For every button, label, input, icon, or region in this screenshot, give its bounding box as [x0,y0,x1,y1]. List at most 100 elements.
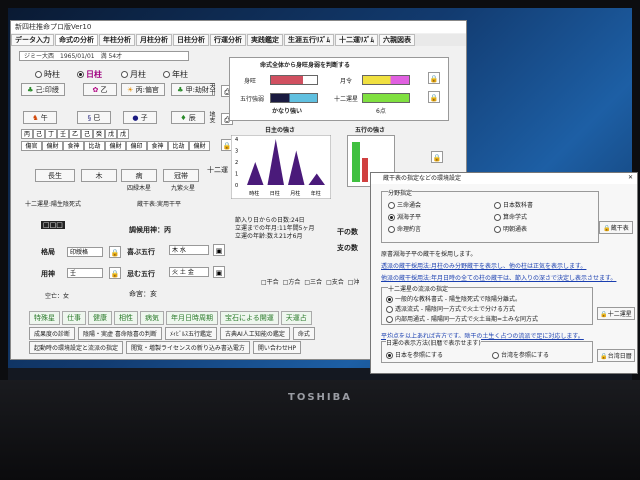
tsuhen-cell[interactable]: 偏印 [126,141,147,151]
pillar-time[interactable]: 時柱 [35,69,60,80]
dialog-line-3: 他派の蔵干採用法:年月日時の全ての柱の蔵干は、節入りの深さで決定し表示させます。 [381,275,617,282]
tsuhen-cell[interactable]: 偏財 [189,141,210,151]
nine-star-1: 四緑木星 [127,185,152,192]
twelve-stage-button[interactable]: 長生 [35,169,75,182]
lock-icon[interactable]: 🔒 [431,151,443,163]
tab-7[interactable]: 天運占 [280,311,312,325]
tab-2[interactable]: 健康 [88,311,112,325]
hidden-stem-cell[interactable]: 壬 [57,129,69,139]
tsuhen-cell[interactable]: 比劫 [168,141,189,151]
check-3[interactable]: □支合 [326,277,344,286]
menu-item-4[interactable]: 日柱分析 [173,34,209,46]
hidden-stem-cell[interactable]: 戊 [117,129,129,139]
tsuhen-cell[interactable]: 偏財 [42,141,63,151]
bottom-button-4[interactable]: 命式 [292,327,315,340]
stem-day-button[interactable]: ✿ 乙 [83,83,117,96]
hidden-stem-cell[interactable]: 己 [33,129,45,139]
school-option[interactable]: 明朝通表 [494,224,527,233]
menu-item-1[interactable]: 命式の分析 [55,34,98,46]
hidden-stem-cell[interactable]: 戊 [105,129,117,139]
pillar-month[interactable]: 月柱 [121,69,146,80]
bottom-button-3[interactable]: 古典AI人工知能の鑑定 [219,327,290,340]
hidden-stem-cell[interactable]: 乙 [69,129,81,139]
check-1[interactable]: □方合 [283,277,301,286]
kakukyoku-select[interactable]: 印綬格 [67,247,103,257]
stem-time-button[interactable]: ♣ 己:印綬 [21,83,65,96]
bottom-button-2[interactable]: ﾒｨﾋﾞﾙｽ五行鑑定 [164,327,217,340]
tsuhen-row: 傷官 偏財 食神 比劫 偏財 偏印 食神 比劫 偏財 [21,141,210,151]
school-option[interactable]: 算命学式 [494,212,527,221]
bottom-button-1[interactable]: 陰陽・実虚 喜命陰喜の判断 [78,327,162,340]
calendar-opt-japan[interactable]: 日本を参照にする [386,350,443,359]
tsuhen-cell[interactable]: 食神 [147,141,168,151]
lock-icon[interactable]: 🔒 [428,91,440,103]
branch-month-button[interactable]: ● 子 [123,111,157,124]
hidden-stem-cell[interactable]: 己 [81,129,93,139]
getsurei-bar [362,75,410,85]
twelve-opt-1[interactable]: 一般的な教科書式 - 陽生陰死式で陰陽分離式。 [386,294,521,303]
calendar-opt-taiwan[interactable]: 台湾を参照にする [492,350,549,359]
menu-item-5[interactable]: 行運分析 [210,34,246,46]
hidden-stem-cell[interactable]: 丁 [45,129,57,139]
tab-1[interactable]: 仕事 [62,311,86,325]
close-icon[interactable]: ✕ [628,174,633,181]
branch-day-button[interactable]: § 巳 [77,111,111,124]
menu-item-6[interactable]: 実践鑑定 [247,34,283,46]
check-4[interactable]: □沖 [348,277,360,286]
tsuhen-cell[interactable]: 比劫 [84,141,105,151]
flower-icon: ✿ [92,86,99,94]
branch-year-button[interactable]: ♦ 辰 [171,111,205,124]
tab-4[interactable]: 病気 [140,311,164,325]
stage-wood-button[interactable]: 木 [81,169,117,182]
dislike-element-field[interactable]: 火 土 金 [169,267,209,277]
branch-time-button[interactable]: ♞ 午 [23,111,57,124]
tsuhen-cell[interactable]: 傷官 [21,141,42,151]
tsuhen-cell[interactable]: 食神 [63,141,84,151]
menu-item-7[interactable]: 生涯五行ﾘｽﾞﾑ [284,34,334,46]
school-option[interactable]: 日本数科書 [494,200,533,209]
yojin2-select[interactable]: 壬 [67,268,103,278]
kanzo-table-button[interactable]: 🔒蔵干表 [599,221,633,234]
stage-crown-button[interactable]: 冠帯 [163,169,199,182]
tab-3[interactable]: 相性 [114,311,138,325]
dialog-icon[interactable]: ▣ [213,244,225,256]
strength-title: 命式全体から身旺身弱を判断する [260,62,351,69]
check-2[interactable]: □三合 [304,277,322,286]
check-0[interactable]: □干合 [261,277,279,286]
menu-item-3[interactable]: 月柱分析 [136,34,172,46]
bottom-button-0[interactable]: 成果度の診断 [29,327,76,340]
tab-6[interactable]: 宝石による開運 [220,311,279,325]
stage-ill-button[interactable]: 病 [121,169,157,182]
thousand-label: 干の数 [337,228,358,236]
footer-button-0[interactable]: 起動時の環境設定と流派の指定 [29,341,124,354]
pillar-day[interactable]: 日柱 [77,69,102,80]
hidden-stem-cell[interactable]: 丙 [21,129,33,139]
lock-icon[interactable]: 🔒 [109,267,121,279]
tsuhen-cell[interactable]: 偏財 [105,141,126,151]
menu-item-9[interactable]: 六親図表 [379,34,415,46]
school-option[interactable]: 命理約言 [388,224,421,233]
menu-item-2[interactable]: 年柱分析 [99,34,135,46]
twelve-star-button[interactable]: 🔒十二運星 [597,307,635,320]
lock-icon[interactable]: 🔒 [428,72,440,84]
taiwan-calendar-button[interactable]: 🔒台湾日暦 [597,349,635,362]
menu-item-8[interactable]: 十二運ﾘｽﾞﾑ [335,34,378,46]
tab-0[interactable]: 特殊星 [29,311,60,325]
like-element-field[interactable]: 木 水 [169,245,209,255]
tab-5[interactable]: 年月日時周期 [166,311,218,325]
birth-date-field[interactable]: ジミー大西 1965/01/01 満 54才 [19,51,189,61]
stem-month-button[interactable]: ☀ 丙:偏官 [121,83,165,96]
dialog-icon[interactable]: ▣ [213,266,225,278]
footer-button-2[interactable]: 開い合わせHP [252,341,302,354]
pillar-year[interactable]: 年柱 [163,69,188,80]
lock-icon[interactable]: 🔒 [109,246,121,258]
school-option[interactable]: 淵海子平 [388,212,421,221]
school-option[interactable]: 三命通会 [388,200,421,209]
tab-strip: 特殊星 仕事 健康 相性 病気 年月日時周期 宝石による開運 天運占 [29,311,312,325]
menu-item-0[interactable]: データ入力 [11,34,54,46]
twelve-opt-2[interactable]: 透派流式 - 陽陰同一方式で火土で分ける方式 [386,304,515,313]
twelve-opt-3[interactable]: 内部用通式 - 陽陽同一方式で火土当期=土みな同方式 [386,314,538,323]
hidden-stem-cell[interactable]: 癸 [93,129,105,139]
x-tick-label: 年柱 [311,190,321,197]
footer-button-1[interactable]: 閲覧・増製ライセンスの新り込み書込電方 [126,341,250,354]
